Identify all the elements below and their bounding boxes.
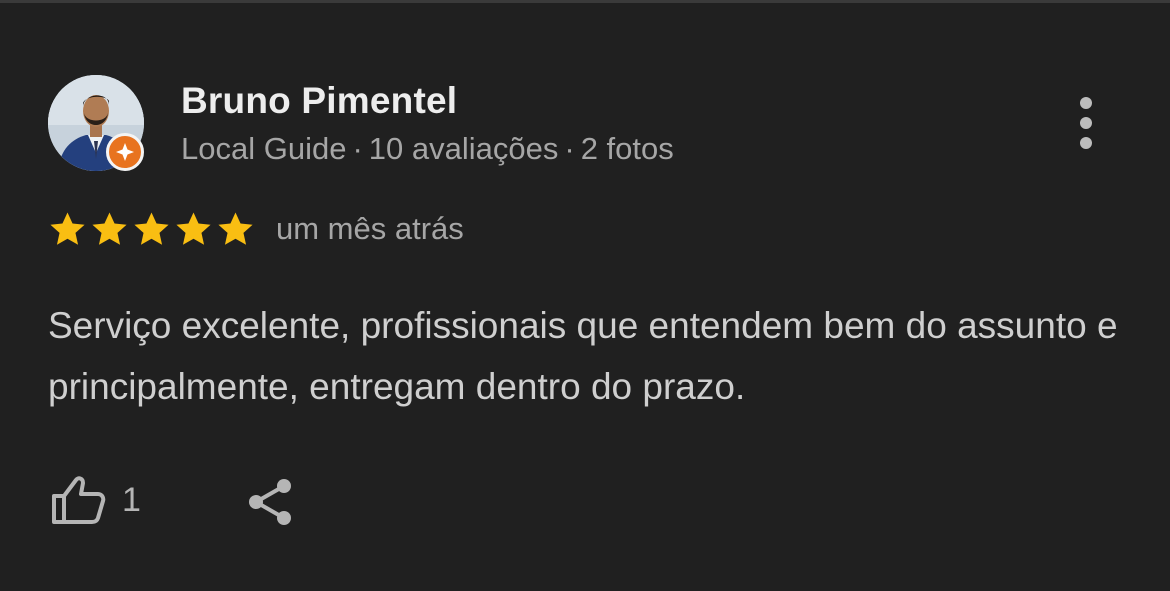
- more-vertical-icon: [1080, 97, 1092, 109]
- review-card: Bruno Pimentel Local Guide · 10 avaliações…: [0, 3, 1170, 591]
- local-guide-badge-icon: [106, 133, 144, 171]
- share-button[interactable]: [244, 476, 296, 530]
- star-icon: [134, 212, 169, 245]
- meta-separator: ·: [352, 131, 363, 166]
- star-icon: [176, 212, 211, 245]
- star-rating: [48, 210, 255, 250]
- more-options-button[interactable]: [1066, 95, 1106, 155]
- author-name[interactable]: Bruno Pimentel: [181, 80, 457, 122]
- review-text: Serviço excelente, profissionais que ent…: [48, 305, 1118, 407]
- review-time: um mês atrás: [276, 211, 464, 246]
- star-icon: [50, 212, 85, 245]
- meta-photo-count: 2 fotos: [580, 131, 674, 166]
- more-vertical-icon: [1080, 137, 1092, 149]
- share-icon: [249, 479, 291, 525]
- meta-separator: ·: [564, 131, 575, 166]
- star-icon: [218, 212, 253, 245]
- like-button[interactable]: 1: [50, 473, 141, 527]
- more-vertical-icon: [1080, 117, 1092, 129]
- like-count: 1: [122, 480, 141, 519]
- meta-role: Local Guide: [181, 131, 347, 166]
- star-icon: [92, 212, 127, 245]
- meta-review-count: 10 avaliações: [368, 131, 559, 166]
- author-meta[interactable]: Local Guide · 10 avaliações · 2 fotos: [181, 131, 674, 167]
- thumbs-up-icon: [52, 476, 106, 524]
